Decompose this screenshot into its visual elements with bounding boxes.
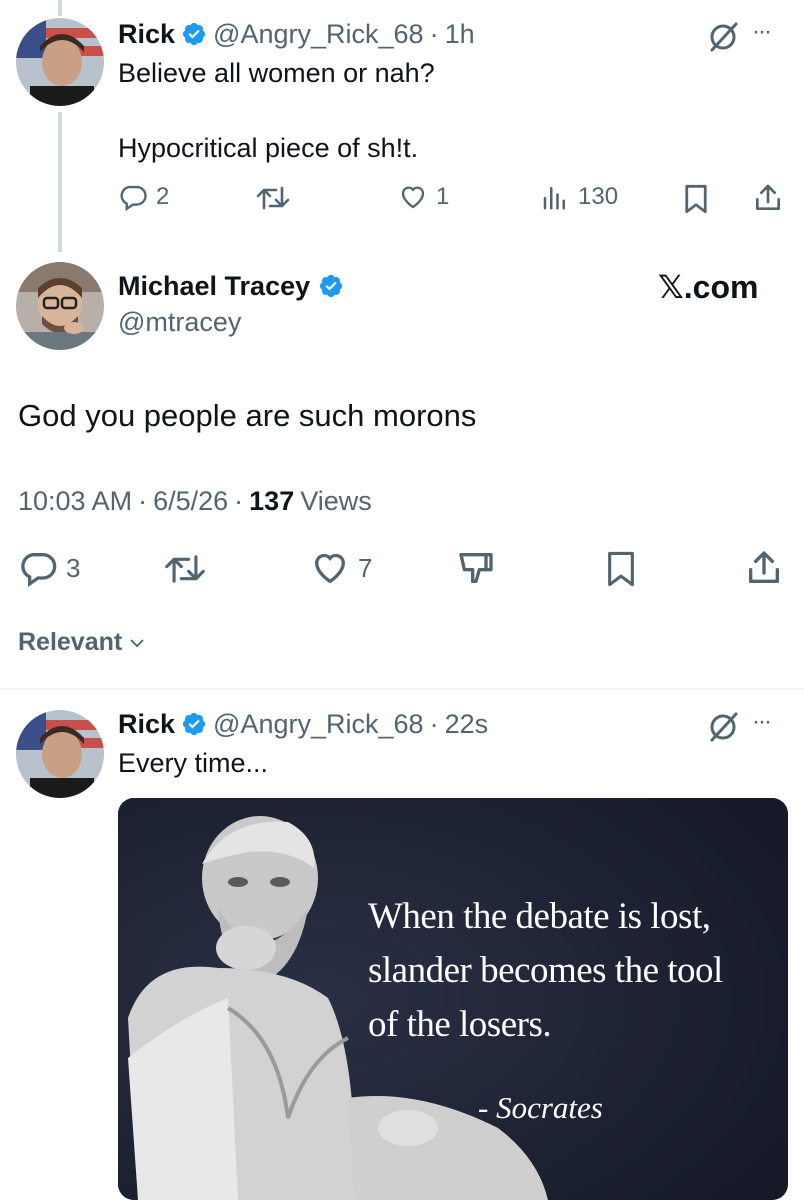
grok-icon[interactable] <box>706 710 740 744</box>
tweet-header: Rick @Angry_Rick_68 · 22s <box>118 706 488 742</box>
separator-dot: · <box>429 18 439 49</box>
quote-text: When the debate is lost, slander becomes… <box>368 890 723 1052</box>
tweet-image[interactable]: When the debate is lost, slander becomes… <box>118 798 788 1200</box>
analytics-icon <box>540 182 570 212</box>
author-handle[interactable]: @mtracey <box>118 307 241 338</box>
watermark: 𝕏.com <box>658 269 759 305</box>
grok-icon[interactable] <box>706 20 740 54</box>
tweet-text-line2: Hypocritical piece of sh!t. <box>118 133 419 163</box>
tweet-header: Rick @Angry_Rick_68 · 1h <box>118 16 475 52</box>
bookmark-icon[interactable] <box>682 184 710 214</box>
like-button[interactable]: 1 <box>398 182 449 212</box>
quote-line-1: When the debate is lost, <box>368 896 711 937</box>
tweet-date[interactable]: 6/5/26 <box>153 486 228 517</box>
reply-button[interactable]: 2 <box>118 182 169 212</box>
retweet-icon[interactable] <box>256 184 290 212</box>
divider <box>0 688 804 690</box>
tweet-header: Michael Tracey <box>118 268 344 304</box>
verified-icon <box>181 711 207 738</box>
like-button[interactable]: 7 <box>310 548 372 588</box>
thread-line-top <box>58 0 62 16</box>
verified-icon <box>181 21 207 48</box>
author-name[interactable]: Rick <box>118 19 175 50</box>
reply-icon <box>18 548 58 588</box>
author-name[interactable]: Michael Tracey <box>118 271 310 302</box>
separator-dot: · <box>234 486 244 516</box>
like-count: 7 <box>358 552 373 583</box>
reply-count: 3 <box>66 552 81 583</box>
share-icon[interactable] <box>752 182 784 214</box>
downvote-icon[interactable] <box>456 548 496 588</box>
tweet-text-line1: Believe all women or nah? <box>118 58 435 88</box>
sort-dropdown[interactable]: Relevant <box>18 628 146 657</box>
views-label: Views <box>300 486 372 516</box>
more-options-icon[interactable]: ··· <box>752 18 772 46</box>
share-icon[interactable] <box>744 548 784 588</box>
author-handle[interactable]: @Angry_Rick_68 <box>213 709 424 740</box>
reply-count: 2 <box>156 183 170 210</box>
separator-dot: · <box>138 486 148 516</box>
more-options-icon[interactable]: ··· <box>752 708 772 736</box>
quote-line-2: slander becomes the tool <box>368 950 723 991</box>
sort-label: Relevant <box>18 628 123 656</box>
tweet-time[interactable]: 10:03 AM <box>18 486 132 517</box>
bookmark-icon[interactable] <box>604 550 638 588</box>
reply-icon <box>118 182 148 212</box>
separator-dot: · <box>429 708 439 739</box>
verified-icon <box>318 273 344 300</box>
like-count: 1 <box>436 183 450 210</box>
author-name[interactable]: Rick <box>118 709 175 740</box>
retweet-icon[interactable] <box>164 552 206 586</box>
avatar[interactable] <box>16 710 104 798</box>
thread-line <box>58 112 62 252</box>
tweet-time[interactable]: 22s <box>445 709 489 740</box>
tweet-text: Every time... <box>118 748 269 778</box>
quote-attribution: - Socrates <box>478 1090 603 1125</box>
views-count: 130 <box>578 183 619 210</box>
heart-icon <box>310 548 350 588</box>
reply-button[interactable]: 3 <box>18 548 80 588</box>
tweet-meta: 10:03 AM · 6/5/26 · 137 Views <box>18 486 372 517</box>
tweet-time[interactable]: 1h <box>445 19 475 50</box>
heart-icon <box>398 182 428 212</box>
author-handle[interactable]: @Angry_Rick_68 <box>213 19 424 50</box>
tweet-text: God you people are such morons <box>18 398 477 433</box>
avatar[interactable] <box>16 18 104 106</box>
views-count[interactable]: 137 <box>249 486 294 517</box>
views-button[interactable]: 130 <box>540 182 618 212</box>
avatar[interactable] <box>16 262 104 350</box>
quote-line-3: of the losers. <box>368 1004 552 1045</box>
chevron-down-icon <box>128 634 146 652</box>
